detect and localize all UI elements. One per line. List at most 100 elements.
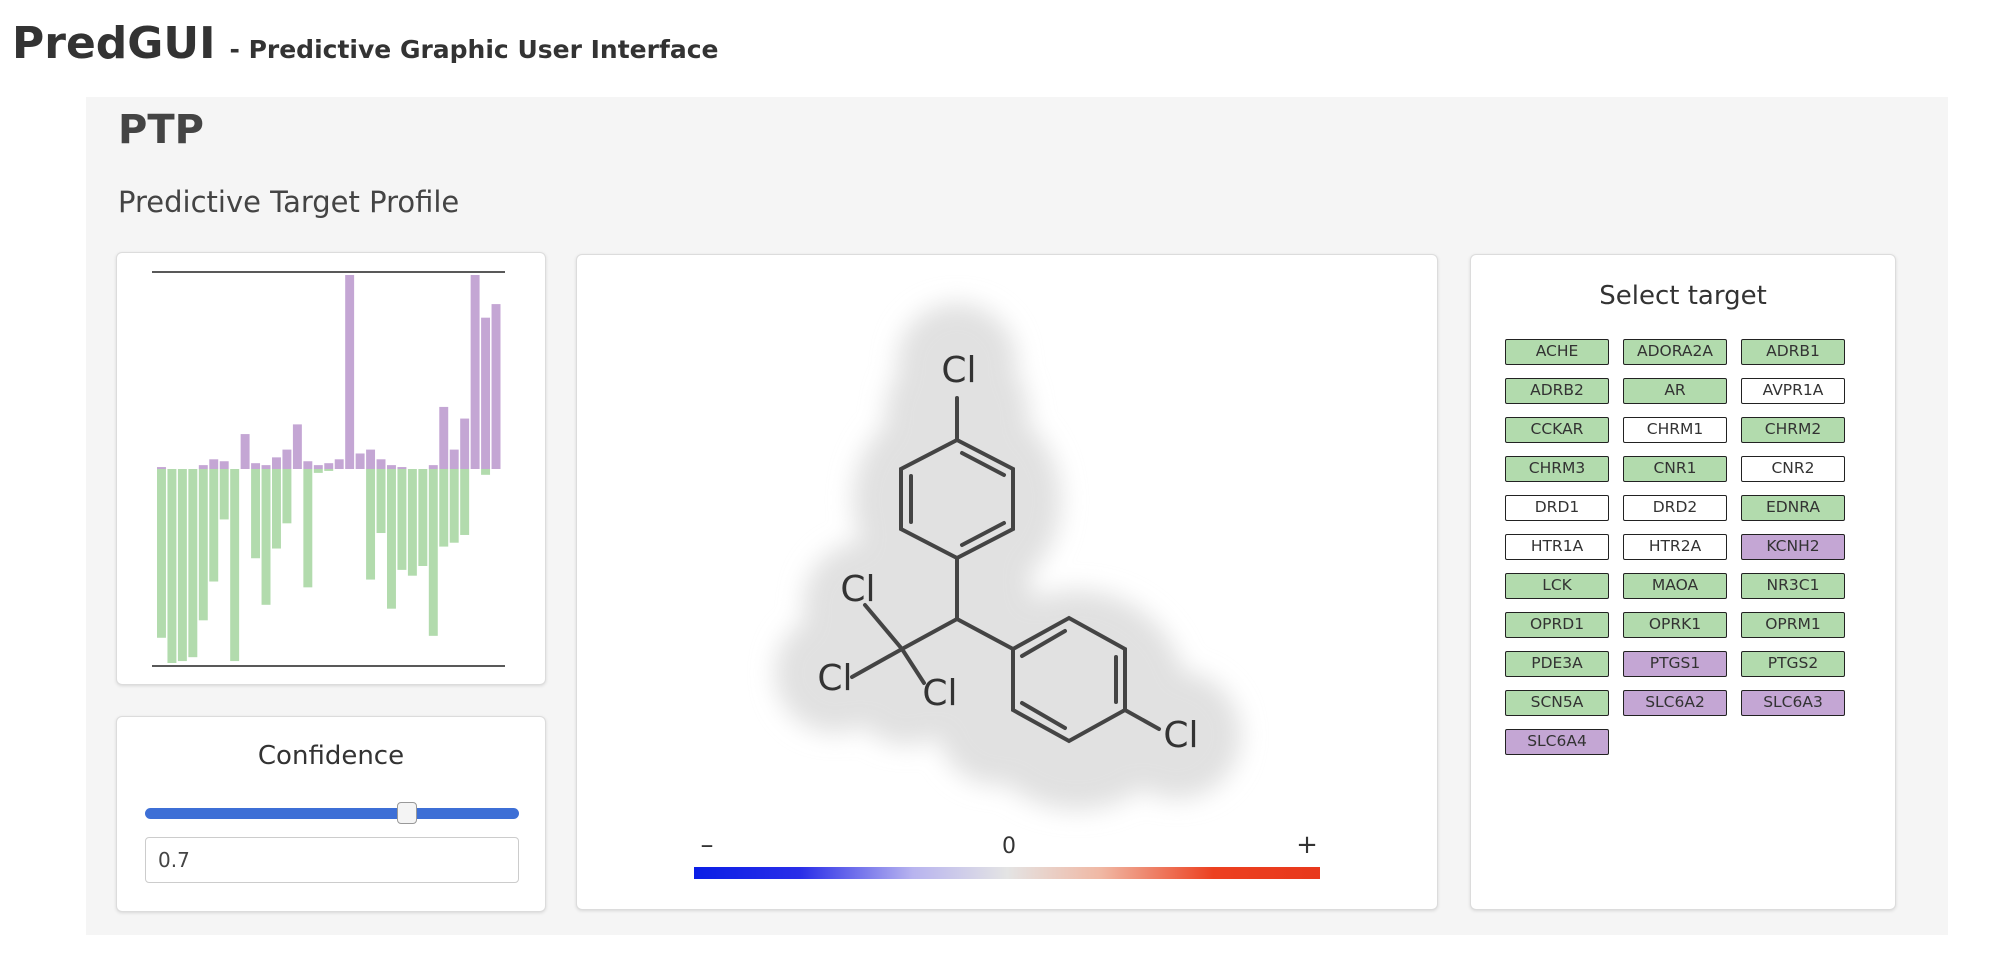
chart-bar-positive bbox=[251, 463, 261, 469]
chart-bar-negative bbox=[230, 469, 240, 662]
chart-bar-positive bbox=[209, 459, 219, 469]
chart-bar-negative bbox=[157, 469, 166, 638]
target-button-cnr1[interactable]: CNR1 bbox=[1623, 456, 1727, 482]
chart-bar-positive bbox=[397, 467, 407, 469]
chart-bar-negative bbox=[313, 469, 323, 473]
target-button-chrm3[interactable]: CHRM3 bbox=[1505, 456, 1609, 482]
target-button-oprk1[interactable]: OPRK1 bbox=[1623, 612, 1727, 638]
color-scale: – 0 + bbox=[694, 830, 1320, 879]
section-subtitle: Predictive Target Profile bbox=[118, 185, 460, 219]
chart-bar-positive bbox=[272, 457, 281, 469]
chart-bar-negative bbox=[177, 469, 187, 662]
target-button-avpr1a[interactable]: AVPR1A bbox=[1741, 378, 1845, 404]
target-button-lck[interactable]: LCK bbox=[1505, 573, 1609, 599]
confidence-label: Confidence bbox=[257, 741, 405, 771]
target-button-ptgs1[interactable]: PTGS1 bbox=[1623, 651, 1727, 677]
chart-bar-negative bbox=[366, 469, 376, 580]
atom-label-cl: Cl bbox=[840, 569, 875, 610]
chart-bar-positive bbox=[282, 449, 292, 469]
target-button-kcnh2[interactable]: KCNH2 bbox=[1741, 534, 1845, 560]
chart-bar-negative bbox=[209, 469, 219, 582]
target-button-adrb1[interactable]: ADRB1 bbox=[1741, 339, 1845, 365]
confidence-slider-thumb[interactable] bbox=[396, 802, 417, 824]
target-button-scn5a[interactable]: SCN5A bbox=[1505, 690, 1609, 716]
chart-bar-positive bbox=[313, 465, 323, 469]
chart-bar-positive bbox=[261, 465, 271, 469]
chart-bar-positive bbox=[303, 461, 313, 469]
chart-bar-positive bbox=[366, 449, 376, 469]
chart-bar-negative bbox=[397, 469, 407, 570]
chart-bar-positive bbox=[449, 449, 459, 469]
chart-bar-negative bbox=[407, 469, 417, 576]
target-button-ar[interactable]: AR bbox=[1623, 378, 1727, 404]
target-button-htr1a[interactable]: HTR1A bbox=[1505, 534, 1609, 560]
app-title: PredGUI bbox=[12, 18, 216, 69]
chart-bar-positive bbox=[292, 424, 302, 469]
target-button-slc6a2[interactable]: SLC6A2 bbox=[1623, 690, 1727, 716]
chart-bar-positive bbox=[240, 434, 250, 469]
chart-bar-negative bbox=[282, 469, 292, 524]
atom-label-cl: Cl bbox=[941, 350, 976, 391]
chart-bar-positive bbox=[376, 459, 386, 469]
target-select-title: Select target bbox=[1599, 281, 1767, 311]
molecule-view[interactable]: Cl Cl Cl Cl Cl – 0 + bbox=[577, 255, 1439, 911]
target-button-ache[interactable]: ACHE bbox=[1505, 339, 1609, 365]
chart-bar-positive bbox=[387, 465, 396, 469]
chart-bar-positive bbox=[157, 467, 166, 469]
target-button-slc6a3[interactable]: SLC6A3 bbox=[1741, 690, 1845, 716]
main-panel: PTP Predictive Target Profile Confidence… bbox=[86, 97, 1948, 935]
target-button-chrm2[interactable]: CHRM2 bbox=[1741, 417, 1845, 443]
chart-bar-positive bbox=[470, 275, 480, 469]
target-button-ednra[interactable]: EDNRA bbox=[1741, 495, 1845, 521]
chart-bar-negative bbox=[428, 469, 438, 636]
chart-bar-negative bbox=[324, 469, 334, 471]
chart-bar-positive bbox=[198, 465, 208, 469]
target-button-cckar[interactable]: CCKAR bbox=[1505, 417, 1609, 443]
confidence-card: Confidence 0.7 bbox=[116, 716, 546, 912]
target-button-oprm1[interactable]: OPRM1 bbox=[1741, 612, 1845, 638]
chart-bar-negative bbox=[449, 469, 459, 543]
color-scale-mid-label: 0 bbox=[1002, 834, 1016, 859]
target-button-chrm1[interactable]: CHRM1 bbox=[1623, 417, 1727, 443]
confidence-slider[interactable] bbox=[145, 800, 519, 826]
chart-bar-negative bbox=[460, 469, 470, 535]
target-button-drd2[interactable]: DRD2 bbox=[1623, 495, 1727, 521]
target-button-drd1[interactable]: DRD1 bbox=[1505, 495, 1609, 521]
chart-bar-positive bbox=[219, 461, 229, 469]
target-button-ptgs2[interactable]: PTGS2 bbox=[1741, 651, 1845, 677]
color-scale-max-label: + bbox=[1296, 830, 1318, 860]
chart-bar-negative bbox=[303, 469, 313, 588]
chart-bar-negative bbox=[219, 469, 229, 520]
atom-label-cl: Cl bbox=[817, 658, 852, 699]
chart-bar-positive bbox=[439, 406, 449, 469]
target-button-adrb2[interactable]: ADRB2 bbox=[1505, 378, 1609, 404]
app-subtitle: - Predictive Graphic User Interface bbox=[229, 35, 719, 64]
target-button-maoa[interactable]: MAOA bbox=[1623, 573, 1727, 599]
section-title: PTP bbox=[118, 107, 204, 153]
chart-bar-negative bbox=[376, 469, 386, 534]
chart-bar-negative bbox=[481, 469, 491, 475]
target-profile-chart[interactable] bbox=[117, 253, 547, 686]
molecule-card: Cl Cl Cl Cl Cl – 0 + bbox=[576, 254, 1438, 910]
chart-bar-negative bbox=[188, 469, 198, 658]
chart-bar-positive bbox=[428, 465, 438, 469]
chart-bar-positive bbox=[345, 275, 355, 469]
chart-bar-negative bbox=[261, 469, 271, 605]
chart-bar-positive bbox=[491, 304, 501, 469]
target-select-card: Select target ACHE ADORA2A ADRB1 ADRB2 AR AVP… bbox=[1470, 254, 1896, 910]
target-button-adora2a[interactable]: ADORA2A bbox=[1623, 339, 1727, 365]
target-button-nr3c1[interactable]: NR3C1 bbox=[1741, 573, 1845, 599]
confidence-slider-track[interactable] bbox=[145, 808, 519, 819]
target-button-pde3a[interactable]: PDE3A bbox=[1505, 651, 1609, 677]
chart-bar-negative bbox=[387, 469, 396, 609]
target-button-oprd1[interactable]: OPRD1 bbox=[1505, 612, 1609, 638]
atom-label-cl: Cl bbox=[922, 673, 957, 714]
chart-bar-negative bbox=[439, 469, 449, 547]
chart-bar-positive bbox=[460, 418, 470, 469]
target-button-htr2a[interactable]: HTR2A bbox=[1623, 534, 1727, 560]
target-button-cnr2[interactable]: CNR2 bbox=[1741, 456, 1845, 482]
chart-bar-negative bbox=[418, 469, 428, 566]
confidence-input[interactable]: 0.7 bbox=[145, 837, 519, 883]
atom-label-cl: Cl bbox=[1163, 715, 1198, 756]
target-button-slc6a4[interactable]: SLC6A4 bbox=[1505, 729, 1609, 755]
